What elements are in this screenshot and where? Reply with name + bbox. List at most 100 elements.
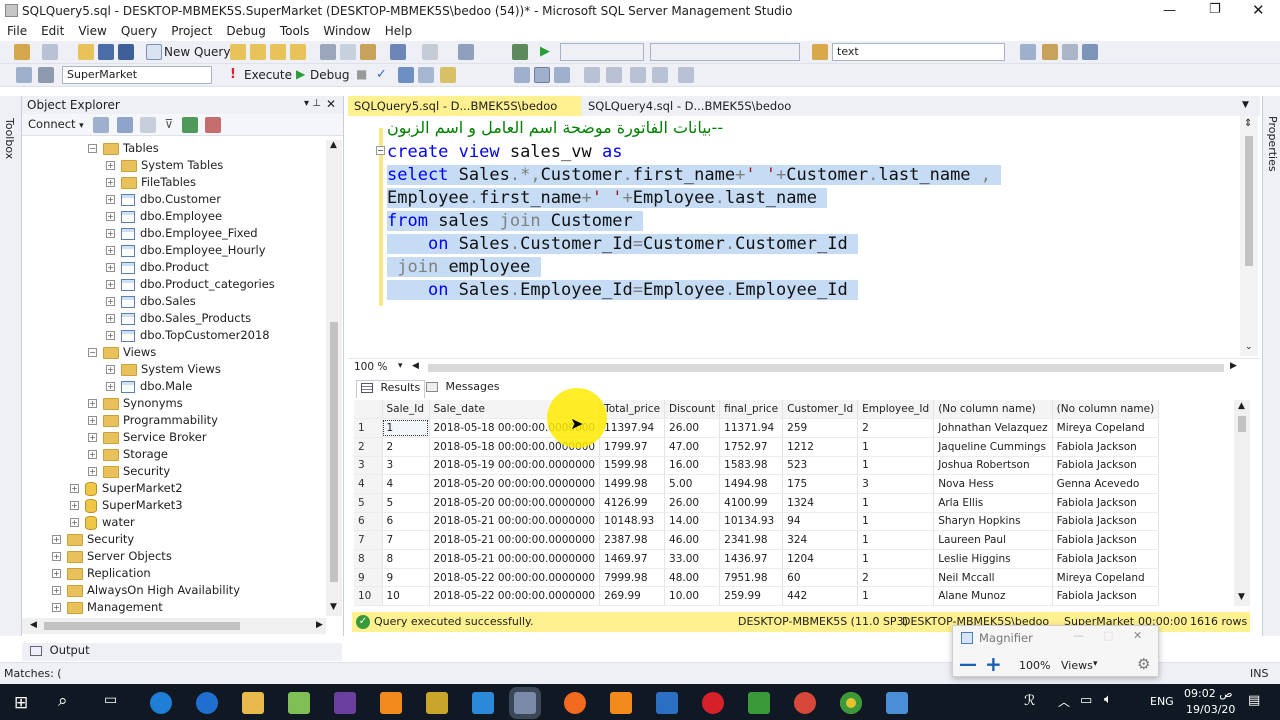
cell[interactable]: Fabiola Jackson [1052, 456, 1160, 476]
h-scroll-thumb[interactable] [44, 622, 240, 630]
expand-icon[interactable]: + [52, 535, 61, 544]
cell[interactable]: Jaqueline Cummings [933, 437, 1053, 457]
zoom-chevron-icon[interactable]: ▾ [398, 361, 403, 371]
cell[interactable]: Fabiola Jackson [1052, 549, 1160, 569]
tab-overflow-icon[interactable]: ▼ [1242, 100, 1249, 110]
cell[interactable]: 10 [382, 586, 430, 606]
table-row[interactable]: 6 6 2018-05-21 00:00:00.0000000 10148.93 14.… [354, 512, 1160, 532]
zoom-level[interactable]: 100 % [354, 361, 387, 373]
row-number[interactable]: 1 [354, 418, 383, 438]
opera-icon[interactable] [702, 692, 724, 714]
expand-icon[interactable]: + [52, 552, 61, 561]
paste-icon[interactable] [360, 44, 376, 60]
xampp-icon[interactable] [610, 692, 632, 714]
cell[interactable]: 10134.93 [719, 512, 784, 532]
expand-icon[interactable]: + [88, 467, 97, 476]
visual-studio-icon[interactable] [334, 692, 356, 714]
volume-icon[interactable]: 🔈︎ [1104, 692, 1112, 707]
table-row[interactable]: 10 10 2018-05-22 00:00:00.0000000 269.99 10.… [354, 586, 1160, 606]
cancel-query-icon[interactable]: ■ [356, 67, 367, 81]
connect-chevron-icon[interactable]: ▾ [79, 121, 84, 131]
tree-node[interactable]: + dbo.Employee [106, 208, 222, 225]
tree-node[interactable]: + dbo.Product_categories [106, 276, 275, 293]
tree-node[interactable]: + SuperMarket3 [70, 497, 183, 514]
task-view-icon[interactable]: ▭ [104, 692, 117, 708]
tab-sqlquery4[interactable]: SQLQuery4.sql - D...BMEK5S\bedoo (51))* [582, 96, 812, 133]
grid-scroll-up-icon[interactable]: ▲ [1238, 401, 1245, 411]
notifications-icon[interactable]: ▤ [1248, 693, 1260, 708]
cell[interactable]: 2018-05-22 00:00:00.0000000 [429, 586, 601, 606]
minimize-icon[interactable]: — [1163, 3, 1176, 18]
add-item-icon[interactable] [42, 44, 58, 60]
magnifier-close-icon[interactable]: ✕ [1133, 629, 1142, 642]
tree-node[interactable]: + SuperMarket2 [70, 480, 183, 497]
cell[interactable]: 2018-05-22 00:00:00.0000000 [429, 568, 601, 588]
cell[interactable]: 2018-05-20 00:00:00.0000000 [429, 493, 601, 513]
activity-monitor-icon[interactable] [512, 44, 528, 60]
tree-node[interactable]: + water [70, 514, 135, 531]
expand-icon[interactable]: + [106, 331, 115, 340]
tree-node[interactable]: + System Views [106, 361, 221, 378]
properties-strip[interactable]: Properties [1262, 96, 1280, 636]
scroll-thumb[interactable] [330, 322, 338, 582]
tree-node[interactable]: + dbo.Employee_Fixed [106, 225, 258, 242]
expand-icon[interactable]: + [52, 586, 61, 595]
chrome-icon[interactable] [840, 692, 862, 714]
expand-icon[interactable]: + [106, 161, 115, 170]
tree-node[interactable]: + Programmability [88, 412, 218, 429]
results-to-text-icon[interactable] [514, 67, 530, 83]
cell[interactable]: 7951.98 [719, 568, 784, 588]
tree-node[interactable]: + AlwaysOn High Availability [52, 582, 240, 599]
toolbox-strip[interactable]: Toolbox [0, 96, 22, 636]
cell[interactable]: 2018-05-20 00:00:00.0000000 [429, 474, 601, 494]
notepadpp-icon[interactable] [288, 692, 310, 714]
scroll-up-icon[interactable]: ▲ [330, 140, 337, 150]
table-row[interactable]: 2 2 2018-05-18 00:00:00.0000000 1799.97 47.0… [354, 437, 1160, 457]
cell[interactable]: 1324 [782, 493, 859, 513]
table-row[interactable]: 1 1 2018-05-18 00:00:00.0000000 11397.94 26.… [354, 418, 1160, 438]
cell[interactable]: Fabiola Jackson [1052, 586, 1160, 606]
connect-db-icon[interactable] [93, 117, 110, 133]
cell[interactable]: Nova Hess [933, 474, 1053, 494]
expand-icon[interactable]: + [88, 399, 97, 408]
solution-platform-combo[interactable] [650, 43, 800, 61]
tree-horizontal-scrollbar[interactable]: ◀ ▶ [22, 618, 326, 634]
expand-icon[interactable]: + [70, 501, 79, 510]
editor-vertical-scrollbar[interactable]: ⇕ ⌄ [1240, 116, 1258, 356]
filter-icon[interactable]: ⊽ [165, 117, 174, 131]
cell[interactable]: Sharyn Hopkins [933, 512, 1053, 532]
editor-scroll-thumb[interactable] [1245, 136, 1253, 266]
change-connection-icon[interactable] [38, 67, 54, 83]
tree-node[interactable]: + Server Objects [52, 548, 172, 565]
cell[interactable]: 5.00 [664, 474, 721, 494]
cell[interactable]: 5 [382, 493, 430, 513]
menu-tools[interactable]: Tools [273, 22, 317, 40]
tree-node[interactable]: + dbo.Employee_Hourly [106, 242, 266, 259]
row-number[interactable]: 10 [354, 586, 383, 606]
views-chevron-icon[interactable]: ▾ [1093, 659, 1098, 669]
properties-icon[interactable] [1042, 44, 1058, 60]
editor-scroll-left-icon[interactable]: ◀ [412, 361, 419, 371]
tree-node[interactable]: + Synonyms [88, 395, 183, 412]
expand-icon[interactable]: + [88, 416, 97, 425]
specify-values-icon[interactable] [678, 67, 694, 83]
cell[interactable]: 1 [857, 493, 935, 513]
cell[interactable]: 46.00 [664, 530, 721, 550]
results-grid[interactable]: Sale_Id Sale_date Total_price Discount final… [354, 400, 1250, 606]
cell[interactable]: 1204 [782, 549, 859, 569]
copy-icon[interactable] [340, 44, 356, 60]
cell[interactable]: 442 [782, 586, 859, 606]
cell[interactable]: Mireya Copeland [1052, 568, 1160, 588]
cell[interactable]: 324 [782, 530, 859, 550]
column-header[interactable]: Employee_Id [857, 400, 935, 420]
decrease-indent-icon[interactable] [630, 67, 646, 83]
cell[interactable]: Fabiola Jackson [1052, 437, 1160, 457]
connect-icon[interactable] [16, 67, 32, 83]
pin-icon[interactable]: ▾ ⊥ [304, 98, 321, 109]
vlc-icon[interactable] [380, 692, 402, 714]
cell[interactable]: 1 [857, 530, 935, 550]
results-to-file-icon[interactable] [554, 67, 570, 83]
cell[interactable]: 1 [857, 437, 935, 457]
expand-icon[interactable]: + [106, 365, 115, 374]
save-icon[interactable] [98, 44, 114, 60]
